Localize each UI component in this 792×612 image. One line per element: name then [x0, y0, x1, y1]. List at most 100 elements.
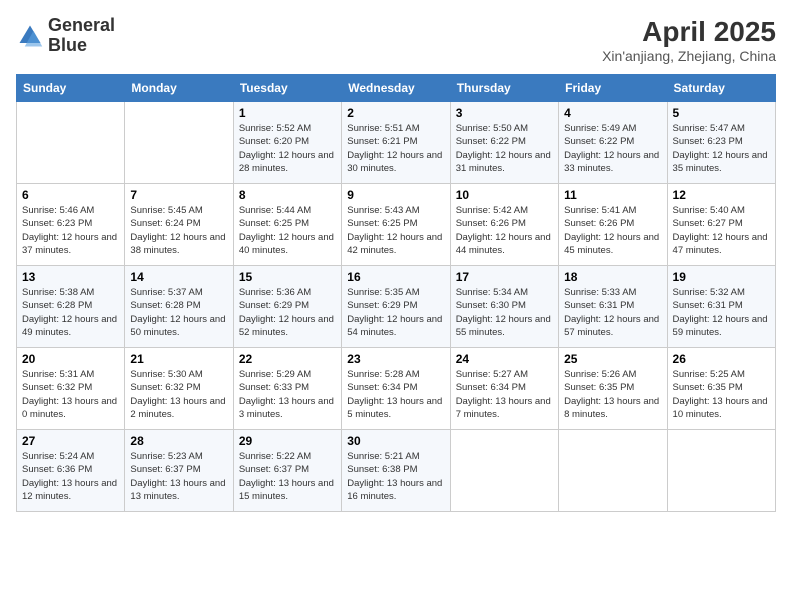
month-year-title: April 2025	[602, 16, 776, 48]
day-detail: Sunrise: 5:38 AM Sunset: 6:28 PM Dayligh…	[22, 286, 119, 339]
calendar-cell: 12 Sunrise: 5:40 AM Sunset: 6:27 PM Dayli…	[667, 184, 775, 266]
calendar-cell	[17, 102, 125, 184]
calendar-cell	[559, 430, 667, 512]
day-number: 12	[673, 188, 770, 202]
day-number: 10	[456, 188, 553, 202]
calendar-cell: 23 Sunrise: 5:28 AM Sunset: 6:34 PM Dayli…	[342, 348, 450, 430]
header-day-sunday: Sunday	[17, 75, 125, 102]
header-day-monday: Monday	[125, 75, 233, 102]
page-header: General Blue April 2025 Xin'anjiang, Zhe…	[16, 16, 776, 64]
calendar-cell: 6 Sunrise: 5:46 AM Sunset: 6:23 PM Daylig…	[17, 184, 125, 266]
calendar-cell	[125, 102, 233, 184]
day-number: 7	[130, 188, 227, 202]
calendar-cell: 11 Sunrise: 5:41 AM Sunset: 6:26 PM Dayli…	[559, 184, 667, 266]
calendar-cell: 16Sunrise: 5:35 AM Sunset: 6:29 PM Dayli…	[342, 266, 450, 348]
calendar-cell: 8Sunrise: 5:44 AM Sunset: 6:25 PM Daylig…	[233, 184, 341, 266]
calendar-cell: 28 Sunrise: 5:23 AM Sunset: 6:37 PM Dayli…	[125, 430, 233, 512]
calendar-table: SundayMondayTuesdayWednesdayThursdayFrid…	[16, 74, 776, 512]
day-number: 3	[456, 106, 553, 120]
day-detail: Sunrise: 5:30 AM Sunset: 6:32 PM Dayligh…	[130, 368, 227, 421]
day-number: 27	[22, 434, 119, 448]
day-number: 1	[239, 106, 336, 120]
day-number: 29	[239, 434, 336, 448]
calendar-cell: 3 Sunrise: 5:50 AM Sunset: 6:22 PM Daylig…	[450, 102, 558, 184]
day-detail: Sunrise: 5:42 AM Sunset: 6:26 PM Dayligh…	[456, 204, 553, 257]
day-number: 28	[130, 434, 227, 448]
header-day-wednesday: Wednesday	[342, 75, 450, 102]
day-detail: Sunrise: 5:36 AM Sunset: 6:29 PM Dayligh…	[239, 286, 336, 339]
logo: General Blue	[16, 16, 115, 56]
logo-text: General Blue	[48, 16, 115, 56]
week-row-2: 6 Sunrise: 5:46 AM Sunset: 6:23 PM Daylig…	[17, 184, 776, 266]
calendar-body: 1Sunrise: 5:52 AM Sunset: 6:20 PM Daylig…	[17, 102, 776, 512]
calendar-cell: 20Sunrise: 5:31 AM Sunset: 6:32 PM Dayli…	[17, 348, 125, 430]
day-number: 15	[239, 270, 336, 284]
calendar-cell: 14Sunrise: 5:37 AM Sunset: 6:28 PM Dayli…	[125, 266, 233, 348]
day-detail: Sunrise: 5:41 AM Sunset: 6:26 PM Dayligh…	[564, 204, 661, 257]
calendar-cell: 7 Sunrise: 5:45 AM Sunset: 6:24 PM Daylig…	[125, 184, 233, 266]
calendar-cell	[667, 430, 775, 512]
calendar-header: SundayMondayTuesdayWednesdayThursdayFrid…	[17, 75, 776, 102]
week-row-5: 27 Sunrise: 5:24 AM Sunset: 6:36 PM Dayli…	[17, 430, 776, 512]
day-detail: Sunrise: 5:46 AM Sunset: 6:23 PM Dayligh…	[22, 204, 119, 257]
day-number: 24	[456, 352, 553, 366]
day-number: 9	[347, 188, 444, 202]
day-detail: Sunrise: 5:24 AM Sunset: 6:36 PM Dayligh…	[22, 450, 119, 503]
logo-icon	[16, 22, 44, 50]
day-detail: Sunrise: 5:43 AM Sunset: 6:25 PM Dayligh…	[347, 204, 444, 257]
day-number: 8	[239, 188, 336, 202]
day-detail: Sunrise: 5:40 AM Sunset: 6:27 PM Dayligh…	[673, 204, 770, 257]
header-day-tuesday: Tuesday	[233, 75, 341, 102]
day-detail: Sunrise: 5:29 AM Sunset: 6:33 PM Dayligh…	[239, 368, 336, 421]
calendar-cell: 19Sunrise: 5:32 AM Sunset: 6:31 PM Dayli…	[667, 266, 775, 348]
week-row-3: 13 Sunrise: 5:38 AM Sunset: 6:28 PM Dayli…	[17, 266, 776, 348]
day-number: 6	[22, 188, 119, 202]
day-number: 30	[347, 434, 444, 448]
calendar-cell: 24Sunrise: 5:27 AM Sunset: 6:34 PM Dayli…	[450, 348, 558, 430]
day-number: 21	[130, 352, 227, 366]
day-detail: Sunrise: 5:28 AM Sunset: 6:34 PM Dayligh…	[347, 368, 444, 421]
day-detail: Sunrise: 5:23 AM Sunset: 6:37 PM Dayligh…	[130, 450, 227, 503]
day-detail: Sunrise: 5:26 AM Sunset: 6:35 PM Dayligh…	[564, 368, 661, 421]
week-row-4: 20Sunrise: 5:31 AM Sunset: 6:32 PM Dayli…	[17, 348, 776, 430]
calendar-cell	[450, 430, 558, 512]
day-number: 4	[564, 106, 661, 120]
calendar-cell: 10 Sunrise: 5:42 AM Sunset: 6:26 PM Dayli…	[450, 184, 558, 266]
calendar-cell: 30 Sunrise: 5:21 AM Sunset: 6:38 PM Dayli…	[342, 430, 450, 512]
day-detail: Sunrise: 5:45 AM Sunset: 6:24 PM Dayligh…	[130, 204, 227, 257]
calendar-cell: 27 Sunrise: 5:24 AM Sunset: 6:36 PM Dayli…	[17, 430, 125, 512]
day-detail: Sunrise: 5:32 AM Sunset: 6:31 PM Dayligh…	[673, 286, 770, 339]
calendar-cell: 21 Sunrise: 5:30 AM Sunset: 6:32 PM Dayli…	[125, 348, 233, 430]
day-number: 5	[673, 106, 770, 120]
day-number: 18	[564, 270, 661, 284]
calendar-cell: 4 Sunrise: 5:49 AM Sunset: 6:22 PM Daylig…	[559, 102, 667, 184]
calendar-cell: 29Sunrise: 5:22 AM Sunset: 6:37 PM Dayli…	[233, 430, 341, 512]
calendar-cell: 13 Sunrise: 5:38 AM Sunset: 6:28 PM Dayli…	[17, 266, 125, 348]
calendar-cell: 26Sunrise: 5:25 AM Sunset: 6:35 PM Dayli…	[667, 348, 775, 430]
calendar-cell: 2Sunrise: 5:51 AM Sunset: 6:21 PM Daylig…	[342, 102, 450, 184]
calendar-cell: 1Sunrise: 5:52 AM Sunset: 6:20 PM Daylig…	[233, 102, 341, 184]
calendar-cell: 18 Sunrise: 5:33 AM Sunset: 6:31 PM Dayli…	[559, 266, 667, 348]
day-detail: Sunrise: 5:51 AM Sunset: 6:21 PM Dayligh…	[347, 122, 444, 175]
day-number: 20	[22, 352, 119, 366]
day-detail: Sunrise: 5:34 AM Sunset: 6:30 PM Dayligh…	[456, 286, 553, 339]
day-detail: Sunrise: 5:35 AM Sunset: 6:29 PM Dayligh…	[347, 286, 444, 339]
header-day-friday: Friday	[559, 75, 667, 102]
day-number: 26	[673, 352, 770, 366]
calendar-cell: 17Sunrise: 5:34 AM Sunset: 6:30 PM Dayli…	[450, 266, 558, 348]
header-row: SundayMondayTuesdayWednesdayThursdayFrid…	[17, 75, 776, 102]
day-detail: Sunrise: 5:49 AM Sunset: 6:22 PM Dayligh…	[564, 122, 661, 175]
week-row-1: 1Sunrise: 5:52 AM Sunset: 6:20 PM Daylig…	[17, 102, 776, 184]
day-number: 11	[564, 188, 661, 202]
day-detail: Sunrise: 5:47 AM Sunset: 6:23 PM Dayligh…	[673, 122, 770, 175]
day-number: 22	[239, 352, 336, 366]
day-detail: Sunrise: 5:37 AM Sunset: 6:28 PM Dayligh…	[130, 286, 227, 339]
day-number: 23	[347, 352, 444, 366]
day-number: 13	[22, 270, 119, 284]
calendar-cell: 22 Sunrise: 5:29 AM Sunset: 6:33 PM Dayli…	[233, 348, 341, 430]
calendar-cell: 9 Sunrise: 5:43 AM Sunset: 6:25 PM Daylig…	[342, 184, 450, 266]
header-day-saturday: Saturday	[667, 75, 775, 102]
day-detail: Sunrise: 5:50 AM Sunset: 6:22 PM Dayligh…	[456, 122, 553, 175]
day-detail: Sunrise: 5:21 AM Sunset: 6:38 PM Dayligh…	[347, 450, 444, 503]
day-detail: Sunrise: 5:33 AM Sunset: 6:31 PM Dayligh…	[564, 286, 661, 339]
